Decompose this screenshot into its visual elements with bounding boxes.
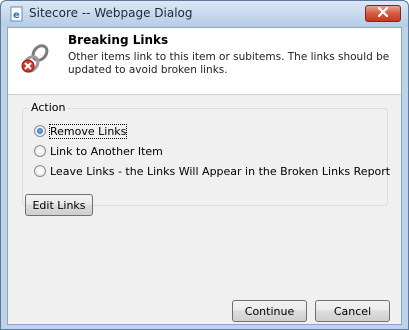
close-button[interactable] [365, 5, 401, 22]
remove-links-radio[interactable] [34, 125, 46, 137]
link-to-another-item-label[interactable]: Link to Another Item [50, 145, 163, 158]
option-link-to-another-item[interactable]: Link to Another Item [34, 143, 163, 159]
dialog-body: Breaking Links Other items link to this … [7, 27, 402, 325]
svg-text:e: e [13, 10, 20, 21]
link-to-another-item-radio[interactable] [34, 145, 46, 157]
leave-links-radio[interactable] [34, 165, 46, 177]
remove-links-label[interactable]: Remove Links [48, 123, 128, 139]
title-bar[interactable]: e Sitecore -- Webpage Dialog [1, 1, 408, 27]
action-legend: Action [28, 101, 69, 114]
dialog-window: e Sitecore -- Webpage Dialog Breaking Li… [0, 0, 409, 330]
dialog-description: Other items link to this item or subitem… [68, 51, 390, 76]
leave-links-label[interactable]: Leave Links - the Links Will Appear in t… [50, 165, 390, 178]
cancel-button[interactable]: Cancel [315, 300, 390, 322]
continue-button[interactable]: Continue [232, 300, 307, 322]
edit-links-button[interactable]: Edit Links [25, 194, 93, 216]
close-icon [377, 6, 389, 20]
dialog-header: Breaking Links Other items link to this … [8, 28, 401, 95]
option-remove-links[interactable]: Remove Links [34, 123, 128, 139]
option-leave-links[interactable]: Leave Links - the Links Will Appear in t… [34, 163, 390, 179]
dialog-heading: Breaking Links [68, 33, 169, 47]
ie-page-icon: e [9, 6, 25, 22]
window-title: Sitecore -- Webpage Dialog [29, 6, 193, 20]
broken-link-icon [20, 42, 52, 74]
